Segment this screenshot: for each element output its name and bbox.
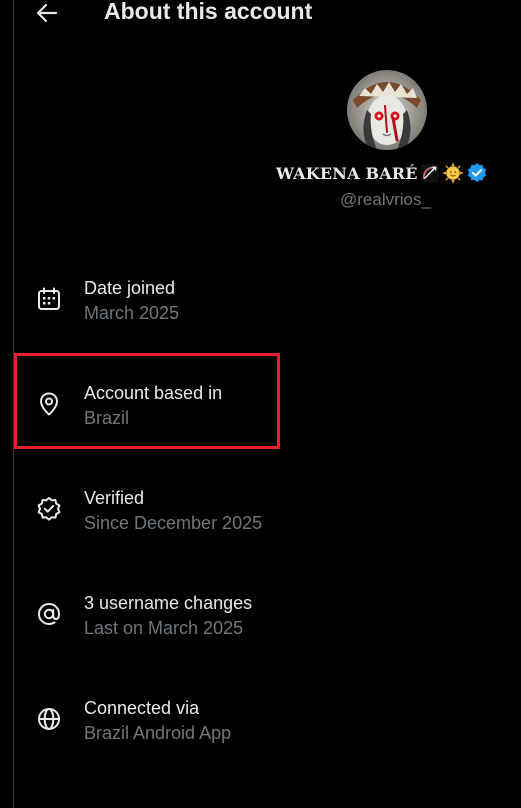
info-label: Verified	[84, 488, 145, 508]
sun-with-face-icon	[441, 162, 464, 184]
info-value: Last on March 2025	[84, 618, 244, 638]
info-item-verified: Verified Since December 2025	[14, 488, 521, 548]
profile-name-row: WAKENA BARÉ	[276, 160, 506, 186]
info-item-connected-via: Connected via Brazil Android App	[14, 698, 521, 758]
info-item-username-changes: 3 username changes Last on March 2025	[14, 593, 521, 653]
globe-icon	[36, 706, 62, 732]
page-title: About this account	[104, 0, 313, 24]
info-item-date-joined: Date joined March 2025	[14, 278, 521, 338]
arrow-left-icon	[36, 3, 58, 23]
display-name: WAKENA BARÉ	[276, 163, 418, 183]
back-button[interactable]	[32, 0, 62, 26]
username-handle: @realvrios_	[340, 190, 431, 209]
info-value: Since December 2025	[84, 513, 263, 533]
info-label: 3 username changes	[84, 593, 253, 613]
avatar[interactable]	[347, 70, 427, 150]
verified-check-icon	[36, 496, 62, 522]
info-value: Brazil Android App	[84, 723, 232, 743]
info-label: Connected via	[84, 698, 200, 718]
header: About this account	[0, 0, 521, 28]
highlight-box	[14, 353, 280, 449]
at-sign-icon	[36, 601, 62, 627]
bow-and-arrow-icon	[420, 163, 440, 183]
avatar-image	[347, 70, 427, 150]
info-value: March 2025	[84, 303, 180, 323]
calendar-icon	[36, 286, 62, 312]
verified-badge-icon[interactable]	[466, 162, 488, 184]
info-label: Date joined	[84, 278, 176, 298]
